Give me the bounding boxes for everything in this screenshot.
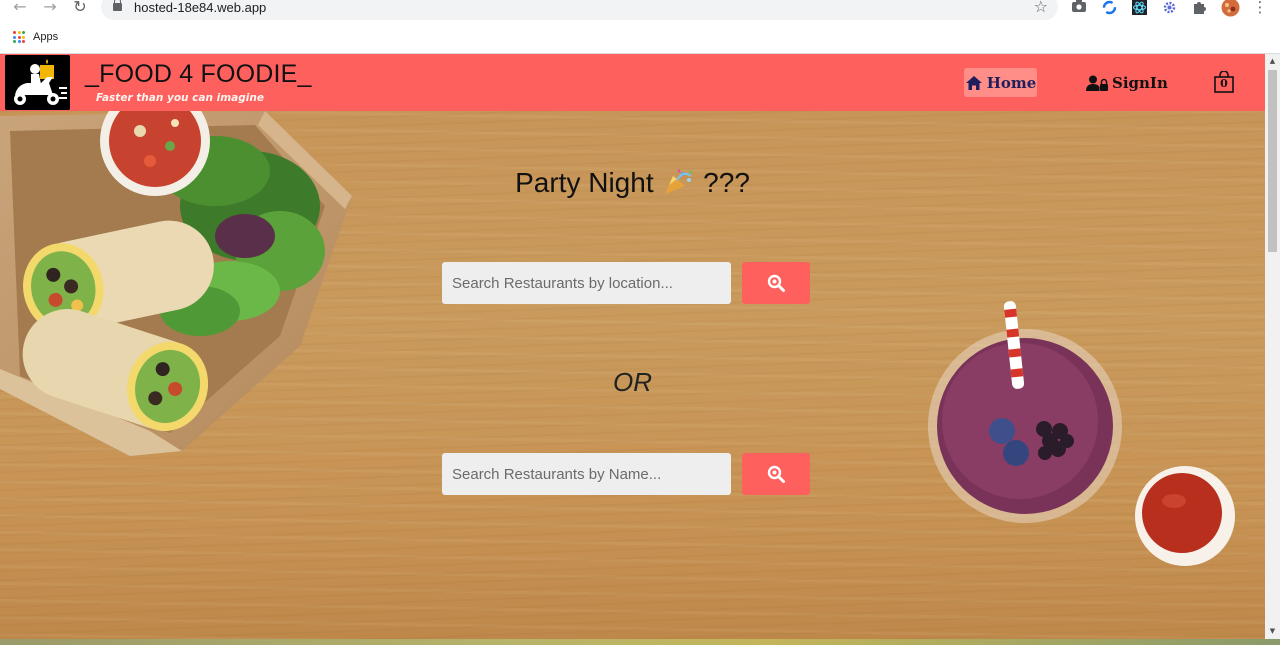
url-text[interactable]: hosted-18e84.web.app	[134, 0, 266, 15]
wrap-box-image	[0, 111, 352, 456]
address-bar[interactable]: hosted-18e84.web.app ☆	[101, 0, 1058, 20]
search-location-button[interactable]	[742, 262, 810, 304]
scooter-logo-icon[interactable]	[5, 55, 70, 110]
avatar-icon[interactable]	[1221, 0, 1240, 17]
apps-bookmark[interactable]: Apps	[33, 31, 58, 43]
brand-title[interactable]: _FOOD 4 FOODIE_	[85, 60, 312, 89]
scroll-thumb[interactable]	[1268, 70, 1277, 252]
search-name-button[interactable]	[742, 453, 810, 495]
home-icon	[965, 75, 982, 90]
user-lock-icon	[1086, 75, 1108, 91]
scroll-down-arrow-icon[interactable]: ▼	[1268, 627, 1277, 636]
hero-headline-text: Party Night	[515, 167, 654, 198]
nav-home-label: Home	[986, 73, 1037, 92]
forward-icon[interactable]: →	[39, 0, 61, 16]
search-icon	[767, 274, 785, 292]
scroll-up-arrow-icon[interactable]: ▲	[1268, 57, 1277, 66]
sauce-bowl-image	[1135, 466, 1235, 566]
star-icon[interactable]: ☆	[1034, 0, 1048, 16]
menu-icon[interactable]: ⋮	[1252, 0, 1268, 15]
cart-button[interactable]: 0	[1214, 71, 1234, 93]
search-location-input[interactable]	[442, 262, 731, 304]
react-icon[interactable]	[1131, 0, 1147, 15]
settings-icon[interactable]	[1161, 0, 1177, 15]
os-taskbar	[0, 639, 1280, 645]
cart-count: 0	[1220, 77, 1228, 90]
back-icon[interactable]: ←	[9, 0, 31, 16]
nav-home-button[interactable]: Home	[964, 68, 1037, 97]
browser-chrome: ← → ↻ hosted-18e84.web.app ☆ ⋮ Apps	[0, 0, 1280, 54]
web-page: _FOOD 4 FOODIE_ Faster than you can imag…	[0, 54, 1265, 639]
sync-icon[interactable]	[1101, 0, 1117, 15]
hero-section: Party Night ??? OR	[0, 111, 1265, 639]
smoothie-image	[928, 301, 1122, 523]
nav-signin-label: SignIn	[1112, 73, 1168, 92]
bookmarks-bar: Apps	[13, 29, 58, 45]
search-name-input[interactable]	[442, 453, 731, 495]
or-separator: OR	[613, 367, 652, 397]
hero-headline: Party Night ???	[0, 167, 1265, 199]
brand-tagline: Faster than you can imagine	[96, 92, 264, 104]
hero-headline-suffix: ???	[703, 167, 750, 198]
puzzle-icon[interactable]	[1191, 0, 1207, 15]
camera-icon[interactable]	[1071, 0, 1087, 15]
page-scrollbar[interactable]: ▲ ▼	[1265, 54, 1280, 639]
party-popper-icon	[665, 169, 693, 194]
nav-signin-button[interactable]: SignIn	[1086, 68, 1168, 97]
reload-icon[interactable]: ↻	[69, 0, 91, 16]
site-header: _FOOD 4 FOODIE_ Faster than you can imag…	[0, 54, 1265, 111]
apps-icon[interactable]	[13, 31, 25, 43]
search-icon	[767, 465, 785, 483]
lock-icon	[113, 0, 122, 11]
